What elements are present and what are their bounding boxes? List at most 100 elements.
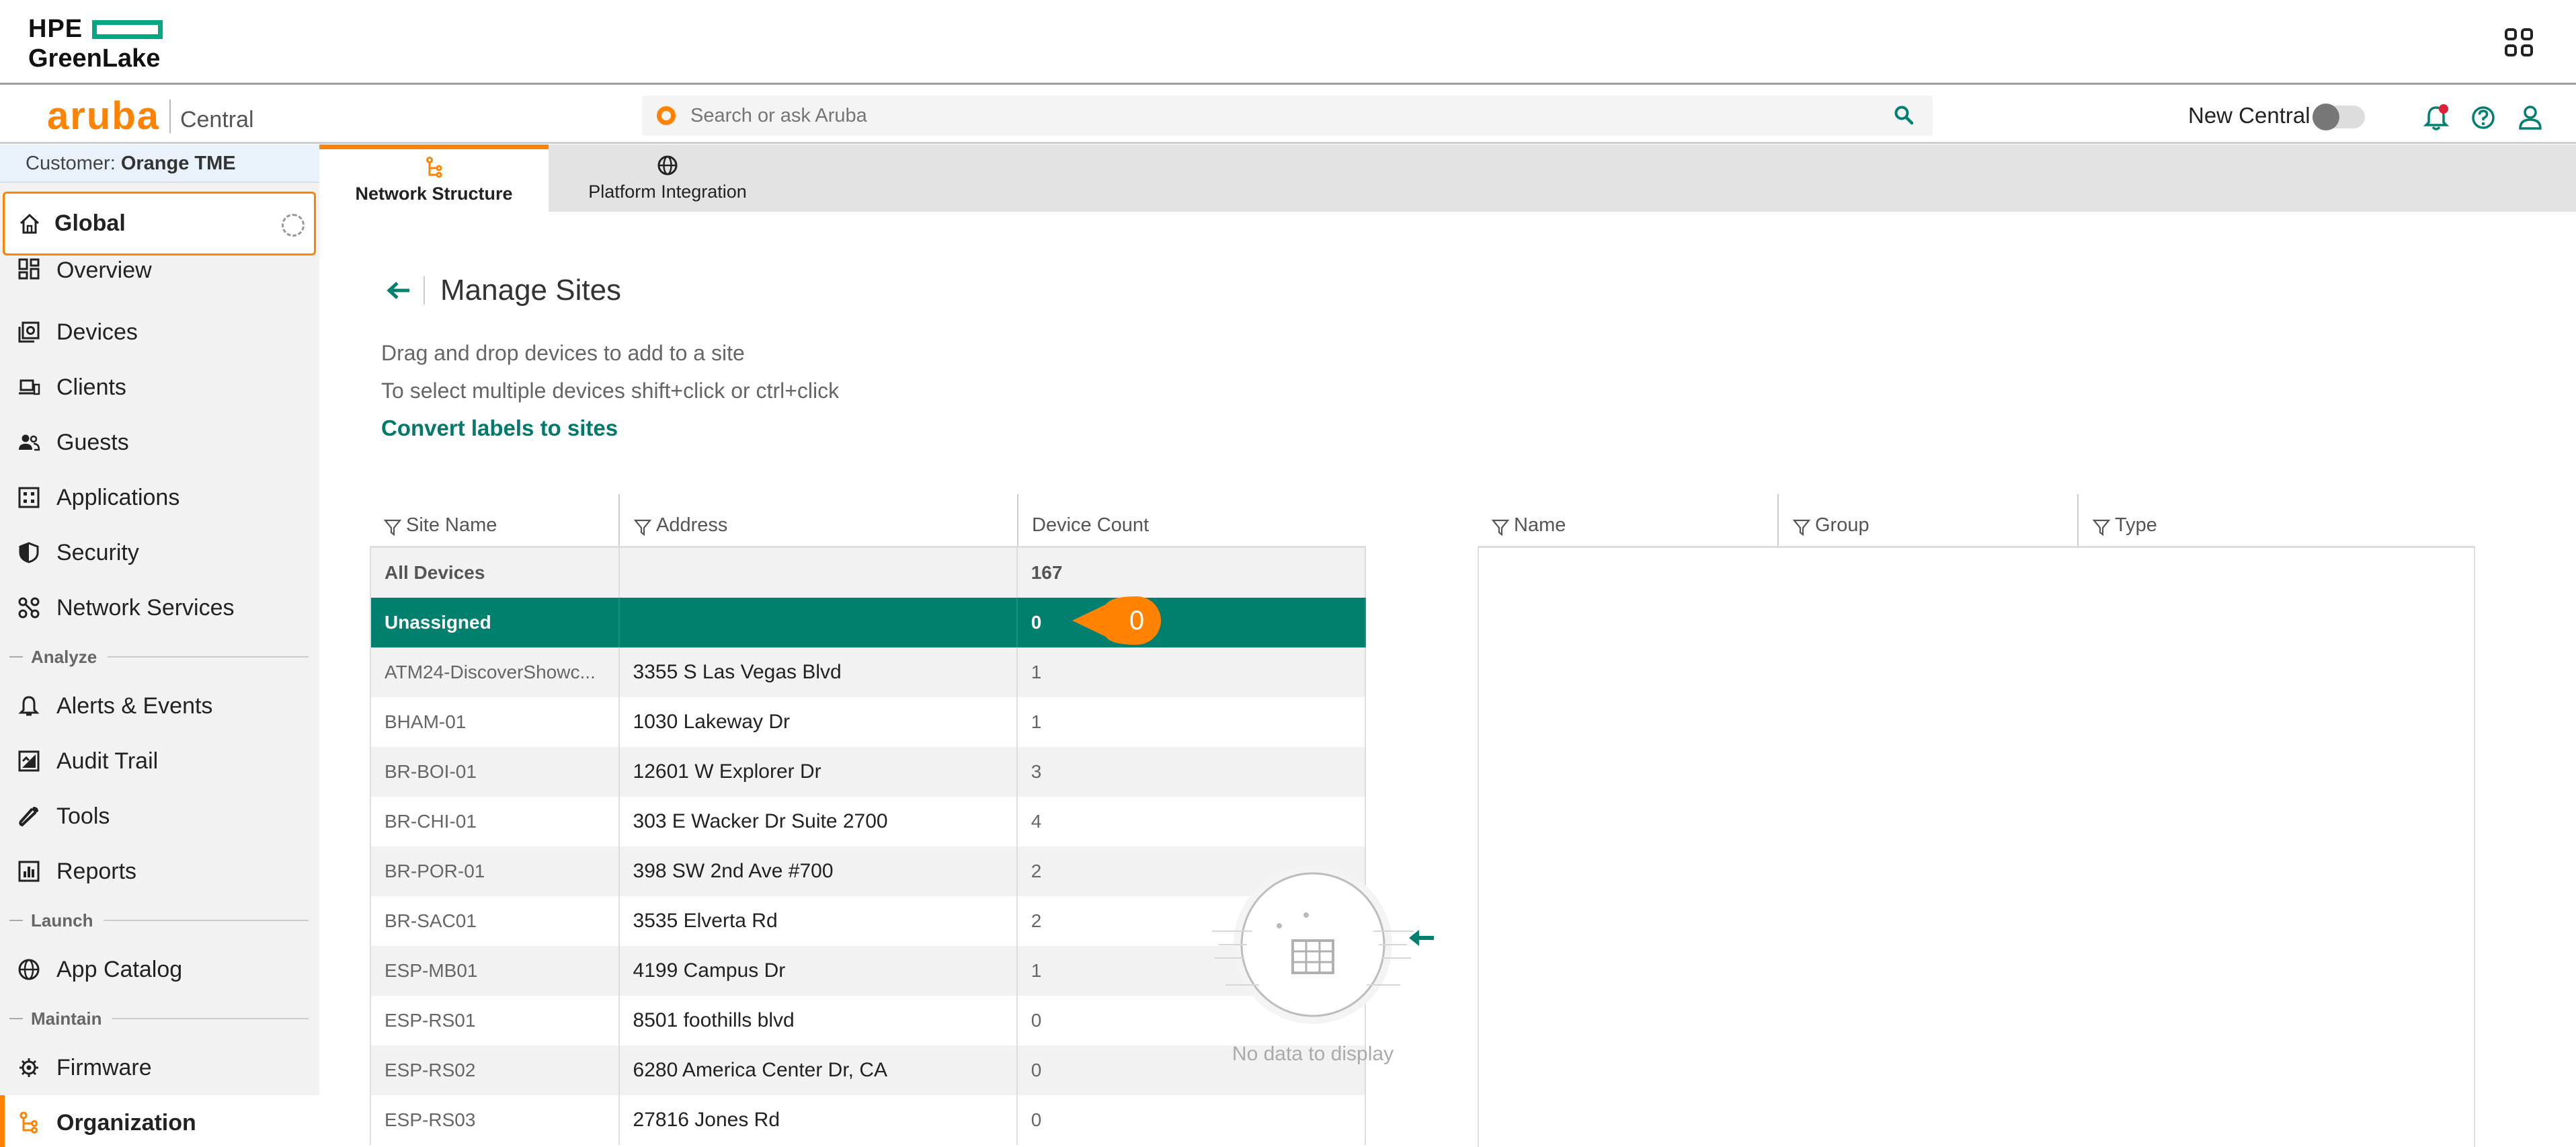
section-label: Maintain xyxy=(31,1008,102,1029)
sidebar-item-organization[interactable]: Organization xyxy=(0,1095,319,1147)
sidebar-item-alerts-events[interactable]: Alerts & Events xyxy=(0,678,319,734)
device-count-cell: 0 xyxy=(1018,598,1366,647)
address-cell: 6280 America Center Dr, CA xyxy=(620,1045,1018,1095)
column-header-address[interactable]: Address xyxy=(618,494,1017,546)
tab-label: Platform Integration xyxy=(588,181,747,202)
sites-table-header: Site Name Address Device Count xyxy=(370,494,1366,548)
organization-hierarchy-icon xyxy=(19,1111,38,1134)
sidebar-item-guests[interactable]: Guests xyxy=(0,415,319,470)
users-icon xyxy=(19,434,40,451)
search-input[interactable] xyxy=(690,104,1833,127)
wrench-icon xyxy=(19,807,38,827)
help-icon[interactable] xyxy=(2470,104,2496,131)
column-header-device-count[interactable]: Device Count xyxy=(1017,494,1366,546)
sidebar-item-app-catalog[interactable]: App Catalog xyxy=(0,942,319,997)
address-cell: 27816 Jones Rd xyxy=(620,1095,1018,1145)
device-count-cell: 0 xyxy=(1018,1095,1366,1145)
filter-icon[interactable] xyxy=(383,518,402,537)
filter-icon[interactable] xyxy=(1792,518,1811,537)
greenlake-header: HPE GreenLake xyxy=(0,0,2576,85)
network-services-icon xyxy=(18,597,40,619)
site-name-cell: ESP-RS01 xyxy=(371,996,620,1045)
sidebar-section-launch: Launch xyxy=(0,899,319,942)
column-header-site-name[interactable]: Site Name xyxy=(370,494,618,546)
sidebar-item-overview[interactable]: Overview xyxy=(0,258,319,305)
tab-network-structure[interactable]: Network Structure xyxy=(319,145,549,212)
table-row[interactable]: ESP-RS03 27816 Jones Rd 0 xyxy=(371,1095,1366,1145)
search-bar xyxy=(642,95,1933,136)
table-row[interactable]: ATM24-DiscoverShowc... 3355 S Las Vegas … xyxy=(371,647,1366,697)
table-row[interactable]: BR-BOI-01 12601 W Explorer Dr 3 xyxy=(371,747,1366,797)
user-account-icon[interactable] xyxy=(2518,104,2543,131)
customer-banner: Customer: Orange TME xyxy=(0,145,319,183)
logo-divider xyxy=(169,99,171,133)
scope-selector[interactable]: Global xyxy=(3,192,316,255)
sidebar-item-audit-trail[interactable]: Audit Trail xyxy=(0,734,319,789)
sidebar-item-devices[interactable]: Devices xyxy=(0,305,319,360)
filter-icon[interactable] xyxy=(633,518,652,537)
column-header-name[interactable]: Name xyxy=(1478,494,1777,546)
dashboard-grid-icon xyxy=(18,258,40,280)
new-central-label: New Central xyxy=(2188,103,2310,128)
network-structure-icon xyxy=(426,157,442,178)
table-row-selected[interactable]: Unassigned 0 xyxy=(371,598,1366,647)
sidebar-item-network-services[interactable]: Network Services xyxy=(0,580,319,635)
sidebar-item-reports[interactable]: Reports xyxy=(0,844,319,899)
device-count-cell: 3 xyxy=(1018,747,1366,797)
table-row[interactable]: All Devices 167 xyxy=(371,548,1366,598)
globe-icon xyxy=(18,959,40,980)
sidebar-item-security[interactable]: Security xyxy=(0,525,319,580)
hpe-wordmark: HPE xyxy=(28,15,83,43)
hpe-greenlake-logo[interactable]: HPE GreenLake xyxy=(28,15,163,73)
convert-labels-link[interactable]: Convert labels to sites xyxy=(381,416,618,441)
header-actions xyxy=(2423,104,2543,131)
drag-drop-hint: Drag and drop devices to add to a site xyxy=(381,341,745,365)
address-cell: 3355 S Las Vegas Blvd xyxy=(620,647,1018,697)
address-cell: 4199 Campus Dr xyxy=(620,946,1018,996)
tab-platform-integration[interactable]: Platform Integration xyxy=(549,145,787,212)
device-count-cell: 167 xyxy=(1018,548,1366,598)
sidebar-item-label: Security xyxy=(56,539,139,565)
table-row[interactable]: BR-CHI-01 303 E Wacker Dr Suite 2700 4 xyxy=(371,797,1366,846)
sidebar-item-label: Clients xyxy=(56,374,126,400)
sidebar-section-maintain: Maintain xyxy=(0,997,319,1040)
customer-name: Orange TME xyxy=(120,153,236,174)
sidebar-item-clients[interactable]: Clients xyxy=(0,360,319,415)
table-row[interactable]: BHAM-01 1030 Lakeway Dr 1 xyxy=(371,697,1366,747)
sidebar-item-firmware[interactable]: Firmware xyxy=(0,1040,319,1095)
title-divider xyxy=(424,276,425,305)
sidebar-item-tools[interactable]: Tools xyxy=(0,789,319,844)
greenlake-wordmark: GreenLake xyxy=(28,44,161,73)
notifications-icon[interactable] xyxy=(2423,104,2449,131)
filter-icon[interactable] xyxy=(2092,518,2111,537)
column-header-group[interactable]: Group xyxy=(1777,494,2077,546)
aruba-header: aruba Central New Central xyxy=(0,87,2576,144)
organization-tabs: Network Structure Platform Integration xyxy=(319,145,2576,212)
address-cell: 1030 Lakeway Dr xyxy=(620,697,1018,747)
site-name-cell: ESP-MB01 xyxy=(371,946,620,996)
app-launcher-icon[interactable] xyxy=(2505,28,2533,56)
reports-icon xyxy=(18,861,40,882)
new-central-toggle[interactable] xyxy=(2312,104,2365,130)
aruba-wordmark: aruba xyxy=(47,93,160,138)
sidebar-item-label: Tools xyxy=(56,803,110,829)
column-header-type[interactable]: Type xyxy=(2077,494,2475,546)
sidebar-item-applications[interactable]: Applications xyxy=(0,470,319,525)
site-name-cell: BHAM-01 xyxy=(371,697,620,747)
column-label: Name xyxy=(1514,514,1566,536)
sidebar-item-label: Audit Trail xyxy=(56,748,159,774)
address-cell: 303 E Wacker Dr Suite 2700 xyxy=(620,797,1018,846)
site-name-cell: BR-SAC01 xyxy=(371,896,620,946)
address-cell: 3535 Elverta Rd xyxy=(620,896,1018,946)
loading-spinner-icon xyxy=(282,214,305,237)
search-icon[interactable] xyxy=(1894,105,1914,125)
column-label: Device Count xyxy=(1032,514,1150,536)
filter-icon[interactable] xyxy=(1491,518,1510,537)
applications-icon xyxy=(18,487,40,508)
aruba-central-logo[interactable]: aruba Central xyxy=(47,93,254,138)
address-cell xyxy=(620,548,1018,598)
sidebar-item-label: Overview xyxy=(56,258,152,283)
device-count-cell: 4 xyxy=(1018,797,1366,846)
shield-icon xyxy=(19,542,39,563)
back-arrow-icon[interactable] xyxy=(385,277,412,304)
